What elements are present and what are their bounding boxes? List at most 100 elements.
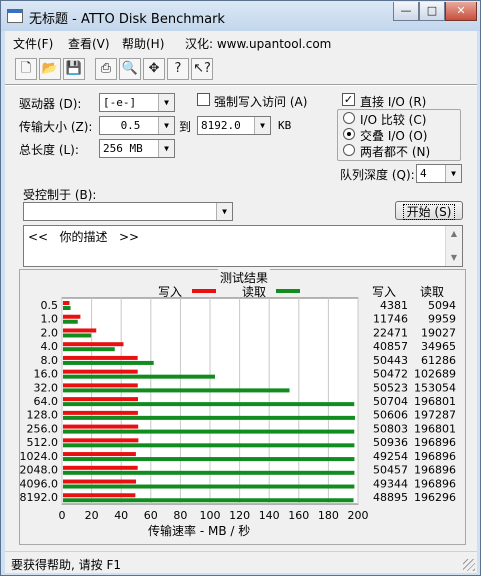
- read-value: 196896: [414, 450, 456, 463]
- title-bar[interactable]: 无标题 - ATTO Disk Benchmark — □ ✕: [1, 1, 480, 31]
- total-length-select[interactable]: 256 MB ▼: [99, 139, 175, 158]
- x-axis-label: 传输速率 - MB / 秒: [148, 524, 251, 538]
- transfer-to-value: 8192.0: [201, 119, 241, 132]
- resize-grip[interactable]: [463, 559, 475, 571]
- controlled-by-select[interactable]: ▼: [23, 202, 233, 221]
- read-bar: [63, 484, 355, 489]
- write-value: 50803: [373, 422, 408, 435]
- overlap-io-radio[interactable]: [343, 128, 355, 140]
- y-tick-label: 1024.0: [20, 450, 58, 463]
- direct-io-label: 直接 I/O (R): [360, 95, 427, 109]
- chevron-down-icon[interactable]: ▼: [254, 117, 270, 134]
- write-value: 11746: [373, 313, 408, 326]
- description-textbox[interactable]: << 你的描述 >> ▲ ▼: [23, 225, 463, 267]
- client-area: 🗋 📂 💾 ⎙ 🔍 ✥ ? ↖? 驱动器 (D): [-e-] ▼ 传输大小 (…: [5, 53, 477, 551]
- results-chart: 测试结果 写入 读取 写入 读取 0 20 40 60 80 100 120 140 160 18…: [19, 269, 466, 545]
- read-bar: [63, 470, 355, 475]
- toolbar-separator: [5, 84, 477, 86]
- read-value: 196801: [414, 395, 456, 408]
- write-value: 22471: [373, 326, 408, 339]
- x-tick-label: 140: [259, 509, 280, 522]
- menu-bar: 文件(F) 查看(V) 帮助(H) 汉化: www.upantool.com: [5, 31, 477, 53]
- y-tick-label: 8192.0: [20, 491, 58, 504]
- print-icon[interactable]: ⎙: [95, 58, 117, 80]
- start-button[interactable]: 开始 (S): [395, 201, 463, 220]
- neither-label: 两者都不 (N): [360, 145, 431, 159]
- write-value: 50457: [373, 464, 408, 477]
- write-value: 50704: [373, 395, 408, 408]
- write-value: 50936: [373, 436, 408, 449]
- maximize-button[interactable]: □: [419, 2, 445, 21]
- chevron-down-icon[interactable]: ▼: [216, 203, 232, 220]
- help-icon[interactable]: ?: [167, 58, 189, 80]
- app-icon[interactable]: [7, 9, 23, 23]
- queue-depth-select[interactable]: 4 ▼: [416, 164, 462, 183]
- neither-radio[interactable]: [343, 144, 355, 156]
- scroll-up-icon[interactable]: ▲: [446, 226, 462, 242]
- scroll-down-icon[interactable]: ▼: [446, 250, 462, 266]
- write-bar: [63, 314, 81, 319]
- io-mode-group: I/O 比较 (C) 交叠 I/O (O) 两者都不 (N): [337, 109, 461, 161]
- transfer-from-value: 0.5: [120, 119, 141, 132]
- x-tick-label: 100: [200, 509, 221, 522]
- direct-io-checkbox[interactable]: ✓: [342, 93, 355, 106]
- description-scrollbar[interactable]: ▲ ▼: [445, 226, 462, 266]
- x-tick-label: 80: [173, 509, 187, 522]
- window-title: 无标题 - ATTO Disk Benchmark: [29, 12, 225, 27]
- x-tick-label: 180: [318, 509, 339, 522]
- minimize-button[interactable]: —: [393, 2, 419, 21]
- force-write-checkbox[interactable]: [197, 93, 210, 106]
- io-compare-label: I/O 比较 (C): [360, 113, 427, 127]
- drive-label: 驱动器 (D):: [19, 97, 82, 111]
- context-help-icon[interactable]: ↖?: [191, 58, 213, 80]
- transfer-to-label: 到: [179, 120, 192, 134]
- y-tick-label: 2048.0: [20, 464, 58, 477]
- y-tick-label: 0.5: [41, 299, 59, 312]
- status-text: 要获得帮助, 请按 F1: [11, 558, 121, 572]
- move-icon[interactable]: ✥: [143, 58, 165, 80]
- x-tick-label: 60: [144, 509, 158, 522]
- total-length-label: 总长度 (L):: [19, 143, 79, 157]
- write-bar: [63, 465, 138, 470]
- write-value: 4381: [380, 299, 408, 312]
- menu-view[interactable]: 查看(V): [68, 35, 110, 52]
- read-bar: [63, 388, 290, 393]
- transfer-from-select[interactable]: 0.5 ▼: [99, 116, 175, 135]
- print-preview-icon[interactable]: 🔍: [119, 58, 141, 80]
- y-tick-label: 1.0: [41, 313, 59, 326]
- open-folder-icon[interactable]: 📂: [39, 58, 61, 80]
- save-icon[interactable]: 💾: [63, 58, 85, 80]
- write-bar: [63, 424, 139, 429]
- status-bar: 要获得帮助, 请按 F1: [5, 551, 477, 573]
- menu-help[interactable]: 帮助(H): [122, 35, 164, 52]
- chevron-down-icon[interactable]: ▼: [158, 117, 174, 134]
- write-bar: [63, 479, 137, 484]
- y-tick-label: 8.0: [41, 354, 59, 367]
- y-tick-label: 4.0: [41, 340, 59, 353]
- y-tick-label: 16.0: [34, 368, 59, 381]
- io-compare-radio[interactable]: [343, 112, 355, 124]
- x-tick-label: 120: [229, 509, 250, 522]
- new-file-icon[interactable]: 🗋: [15, 58, 37, 80]
- drive-select[interactable]: [-e-] ▼: [99, 93, 175, 112]
- y-tick-label: 4096.0: [20, 477, 58, 490]
- read-bar: [63, 306, 71, 310]
- y-tick-label: 256.0: [27, 422, 59, 435]
- menu-site[interactable]: 汉化: www.upantool.com: [185, 35, 331, 52]
- transfer-to-select[interactable]: 8192.0 ▼: [197, 116, 271, 135]
- write-value: 48895: [373, 491, 408, 504]
- x-tick-label: 160: [288, 509, 309, 522]
- close-button[interactable]: ✕: [445, 2, 477, 21]
- queue-depth-label: 队列深度 (Q):: [340, 168, 415, 182]
- chevron-down-icon[interactable]: ▼: [445, 165, 461, 182]
- write-bar: [63, 493, 136, 498]
- total-length-value: 256 MB: [103, 142, 143, 155]
- chevron-down-icon[interactable]: ▼: [158, 140, 174, 157]
- write-bar: [63, 397, 139, 402]
- menu-file[interactable]: 文件(F): [13, 35, 53, 52]
- drive-value: [-e-]: [103, 96, 137, 109]
- write-value: 50523: [373, 381, 408, 394]
- x-tick-label: 20: [85, 509, 99, 522]
- read-value: 196896: [414, 464, 456, 477]
- chevron-down-icon[interactable]: ▼: [158, 94, 174, 111]
